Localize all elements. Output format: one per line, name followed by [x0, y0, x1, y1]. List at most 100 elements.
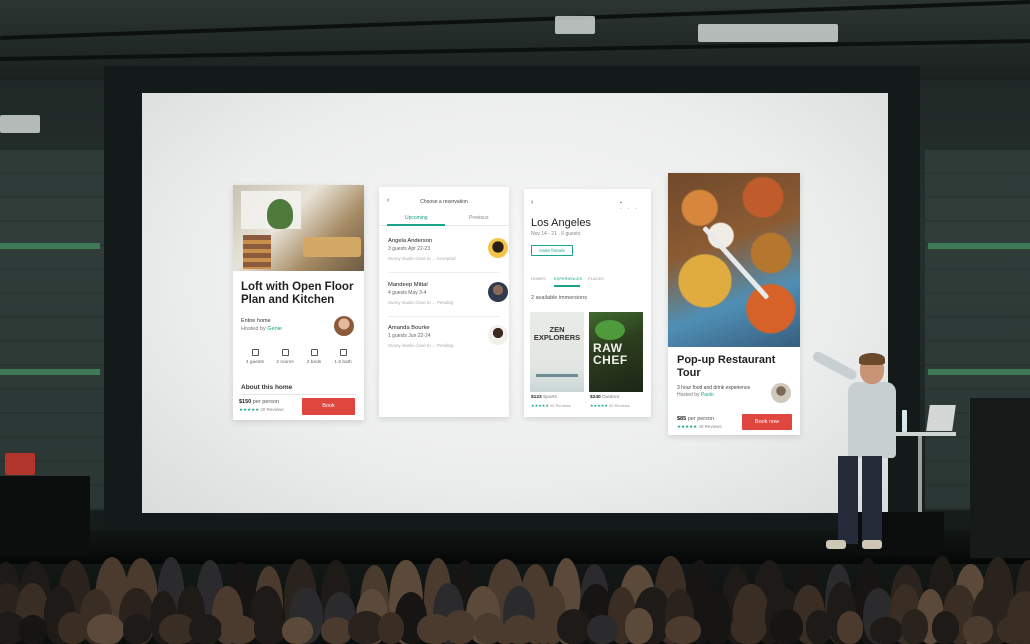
- listing-title: Loft with Open Floor Plan and Kitchen: [241, 281, 354, 306]
- guest-avatar: [488, 325, 508, 345]
- review-count: 40 Reviews: [259, 407, 284, 412]
- phone-mockup-city-experiences: ‹ ▪ ··· Los Angeles Nov 14 - 21 · 6 gues…: [524, 189, 651, 417]
- audience-member: [730, 611, 765, 644]
- tab-active-indicator: [554, 285, 580, 287]
- tab-homes[interactable]: HOMES: [531, 276, 546, 281]
- tab-active-indicator: [387, 224, 445, 226]
- green-rail: [0, 369, 100, 375]
- host-name-link[interactable]: Paolo: [701, 392, 714, 398]
- tab-experiences[interactable]: EXPERIENCES: [554, 276, 582, 281]
- card-rating: ★★★★★ 40 Reviews: [531, 403, 571, 408]
- presenter-hair: [859, 353, 885, 365]
- bookshelf: [243, 235, 271, 269]
- audience-member: [556, 608, 591, 644]
- price-unit: per person: [251, 399, 280, 405]
- trip-dates: Nov 14 - 21 · 6 guests: [531, 231, 581, 237]
- price-value: $123: [531, 395, 542, 400]
- price-value: $150: [239, 399, 252, 405]
- reservation-row[interactable]: Amanda Bourke 1 guests Jun 22-24 Sunny s…: [388, 325, 508, 348]
- available-count: 2 available immersions: [531, 295, 587, 301]
- rating-stars: ★★★★★: [239, 407, 260, 412]
- audience-member: [122, 613, 152, 644]
- audience-member: [806, 610, 833, 644]
- phone-mockup-restaurant-tour: Pop-up Restaurant Tour 3 hour food and d…: [668, 173, 800, 435]
- guest-name: Amanda Bourke: [388, 325, 430, 331]
- green-rail: [928, 243, 1030, 249]
- audience-member: [870, 617, 903, 644]
- podium-top: [888, 432, 956, 436]
- back-arrow-icon[interactable]: ‹: [531, 199, 533, 206]
- host-avatar: [334, 316, 354, 336]
- experience-card-chef[interactable]: RAW CHEF: [589, 312, 643, 392]
- audience: [0, 548, 1030, 644]
- equipment-rig: [970, 398, 1030, 558]
- audience-member: [189, 613, 222, 644]
- guest-name: Angela Anderson: [388, 238, 433, 244]
- phone-mockup-reservations: ‹ Choose a reservation Upcoming Previous…: [379, 187, 509, 417]
- experience-title: Pop-up Restaurant Tour: [677, 354, 776, 379]
- red-equipment-box: [5, 453, 35, 475]
- tab-previous[interactable]: Previous: [469, 215, 488, 221]
- tab-places[interactable]: PLACES: [588, 276, 604, 281]
- reservation-status: Sunny studio close to ... Pending: [388, 343, 454, 348]
- rating-stars: ★★★★★: [590, 403, 608, 408]
- audience-member: [377, 611, 405, 644]
- screen-header: Choose a reservation: [420, 199, 468, 205]
- reservation-details: 4 guests May 3-4: [388, 290, 427, 296]
- reservation-row[interactable]: Angela Anderson 3 guests Apr 22-23 Sunny…: [388, 238, 508, 261]
- book-now-button[interactable]: Book now: [742, 414, 792, 430]
- price: $150 per person: [239, 399, 279, 405]
- audience-member: [86, 614, 124, 644]
- card-price: $240 Outdoor: [590, 395, 619, 400]
- card-art-text: ZEN EXPLORERS: [533, 325, 581, 342]
- green-rail: [928, 369, 1030, 375]
- experience-card-zen[interactable]: ZEN EXPLORERS: [530, 312, 584, 392]
- book-button[interactable]: Book: [302, 398, 355, 415]
- price: $85 per person: [677, 416, 714, 422]
- reservation-details: 3 guests Apr 22-23: [388, 246, 430, 252]
- hosted-by-label: Hosted by: [677, 392, 701, 398]
- bath-icon: [339, 349, 347, 356]
- reservation-status: Sunny studio close to ... Accepted: [388, 256, 456, 261]
- reservation-status: Sunny studio close to ... Pending: [388, 300, 454, 305]
- audience-member: [836, 610, 864, 644]
- audience-member: [530, 612, 557, 644]
- toolbar-icons[interactable]: ▪ ···: [620, 200, 651, 212]
- tab-upcoming[interactable]: Upcoming: [405, 215, 428, 221]
- amenity-rooms: 2 rooms: [270, 349, 300, 365]
- presenter-legs: [838, 456, 882, 544]
- audience-member: [444, 609, 476, 644]
- price-value: $240: [590, 395, 601, 400]
- audience-member: [963, 616, 994, 644]
- amenity-label: 2 rooms: [276, 360, 294, 365]
- food-photo: [668, 173, 800, 347]
- review-count: 40 Reviews: [607, 403, 630, 408]
- reservation-row[interactable]: Mandeep Mittal 4 guests May 3-4 Sunny st…: [388, 282, 508, 305]
- divider: [388, 272, 500, 273]
- card-rating: ★★★★★ 40 Reviews: [590, 403, 630, 408]
- audience-member: [282, 617, 313, 644]
- amenity-label: 1.5 bath: [334, 360, 352, 365]
- rating-stars: ★★★★★: [531, 403, 549, 408]
- audience-member: [586, 614, 619, 644]
- reservation-details: 1 guests Jun 22-24: [388, 333, 431, 339]
- presenter-torso: [848, 382, 896, 458]
- rating: ★★★★★ 40 Reviews: [239, 407, 284, 413]
- audience-member: [625, 608, 654, 644]
- ceiling-light: [0, 115, 40, 133]
- plant: [267, 199, 293, 229]
- phone-mockup-loft-listing: Loft with Open Floor Plan and Kitchen En…: [233, 185, 364, 420]
- loft-photo: [233, 185, 364, 271]
- city-title: Los Angeles: [531, 217, 591, 229]
- guest-avatar: [488, 238, 508, 258]
- water-bottle: [902, 410, 907, 432]
- listing-type: Entire home: [241, 318, 271, 324]
- dish-illustration: [595, 320, 625, 340]
- guests-icon: [251, 349, 259, 356]
- card-category: Outdoor: [600, 395, 620, 400]
- audience-member: [770, 609, 804, 644]
- hosted-by-label: Hosted by: [241, 326, 268, 332]
- host-name-link[interactable]: Genie: [267, 326, 282, 332]
- audience-member: [931, 611, 959, 644]
- invite-friends-button[interactable]: Invite friends: [531, 245, 573, 256]
